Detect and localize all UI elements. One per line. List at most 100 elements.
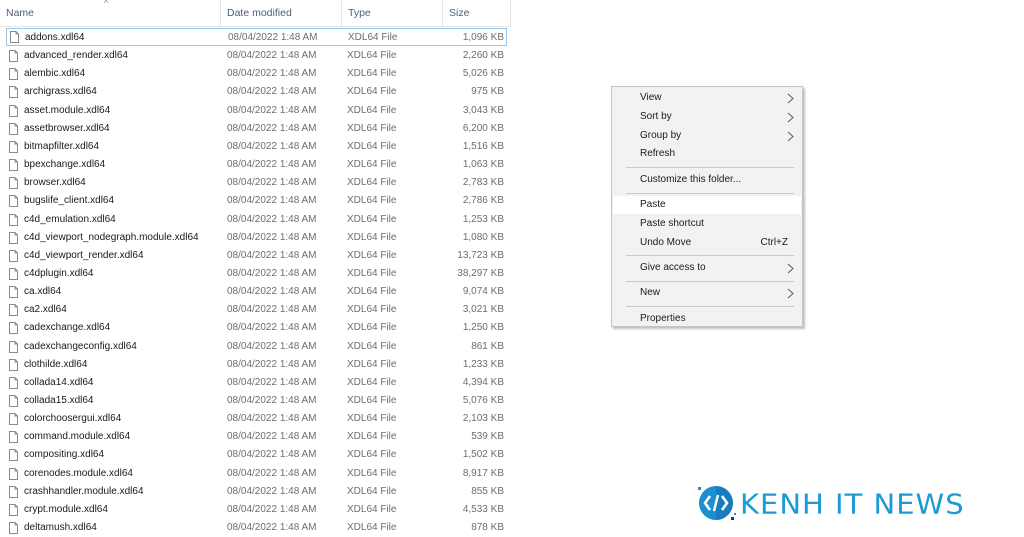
file-row[interactable]: collada14.xdl64 08/04/2022 1:48 AM XDL64 F… [0, 374, 511, 392]
file-name: c4d_viewport_nodegraph.module.xdl64 [24, 231, 199, 243]
file-date-modified: 08/04/2022 1:48 AM [227, 68, 317, 80]
file-size: 2,103 KB [462, 413, 504, 425]
file-row[interactable]: archigrass.xdl64 08/04/2022 1:48 AM XDL64 … [0, 83, 511, 101]
column-header-name[interactable]: Name [0, 0, 221, 26]
file-row[interactable]: deltamush.xdl64 08/04/2022 1:48 AM XDL64 F… [0, 519, 511, 537]
menu-item-sort-by[interactable]: Sort by [613, 108, 801, 126]
file-icon [9, 467, 18, 480]
file-row[interactable]: cadexchangeconfig.xdl64 08/04/2022 1:48 A… [0, 338, 511, 356]
file-row[interactable]: browser.xdl64 08/04/2022 1:48 AM XDL64 Fil… [0, 174, 511, 192]
file-type: XDL64 File [347, 50, 397, 62]
file-size: 3,021 KB [462, 304, 504, 316]
file-date-modified: 08/04/2022 1:48 AM [227, 140, 317, 152]
menu-item-label: View [640, 92, 662, 103]
file-size: 2,783 KB [462, 177, 504, 189]
file-row[interactable]: corenodes.module.xdl64 08/04/2022 1:48 AM… [0, 465, 511, 483]
menu-separator [626, 192, 794, 194]
file-size: 1,096 KB [462, 32, 504, 43]
file-size: 4,533 KB [462, 503, 504, 515]
file-icon [9, 304, 18, 317]
file-row[interactable]: command.module.xdl64 08/04/2022 1:48 AM XD… [0, 428, 511, 446]
menu-item-customize-this-folder[interactable]: Customize this folder... [613, 171, 801, 189]
file-type: XDL64 File [347, 213, 397, 225]
file-name: collada14.xdl64 [24, 376, 94, 388]
file-name: cadexchangeconfig.xdl64 [24, 340, 137, 352]
file-date-modified: 08/04/2022 1:48 AM [227, 358, 317, 370]
file-row[interactable]: addons.xdl64 08/04/2022 1:48 AM XDL64 File… [6, 28, 507, 46]
watermark-text: KENH IT NEWS [740, 487, 965, 521]
menu-item-group-by[interactable]: Group by [613, 127, 801, 145]
menu-item-new[interactable]: New [613, 284, 801, 302]
menu-item-properties[interactable]: Properties [613, 310, 801, 328]
file-size: 878 KB [471, 522, 504, 534]
menu-item-view[interactable]: View [613, 89, 801, 107]
file-date-modified: 08/04/2022 1:48 AM [227, 50, 317, 62]
file-type: XDL64 File [347, 395, 397, 406]
file-size: 6,200 KB [462, 122, 504, 134]
menu-item-give-access-to[interactable]: Give access to [613, 259, 801, 277]
menu-item-refresh[interactable]: Refresh [613, 145, 801, 163]
file-row[interactable]: ca.xdl64 08/04/2022 1:48 AM XDL64 File 9,07… [0, 283, 511, 301]
file-size: 1,502 KB [462, 449, 504, 461]
chevron-right-icon [787, 259, 794, 279]
file-name: cadexchange.xdl64 [24, 322, 111, 334]
file-row[interactable]: crashhandler.module.xdl64 08/04/2022 1:48… [0, 483, 511, 501]
file-row[interactable]: bitmapfilter.xdl64 08/04/2022 1:48 AM XDL6… [0, 138, 511, 156]
file-name: colorchoosergui.xdl64 [24, 413, 122, 425]
file-type: XDL64 File [347, 122, 397, 134]
file-size: 2,260 KB [462, 50, 504, 62]
file-row[interactable]: alembic.xdl64 08/04/2022 1:48 AM XDL64 Fil… [0, 65, 511, 83]
file-row[interactable]: cadexchange.xdl64 08/04/2022 1:48 AM XDL64… [0, 319, 511, 337]
file-row[interactable]: asset.module.xdl64 08/04/2022 1:48 AM XDL6… [0, 102, 511, 120]
file-row[interactable]: colorchoosergui.xdl64 08/04/2022 1:48 AM X… [0, 410, 511, 428]
file-name: c4d_emulation.xdl64 [24, 213, 116, 225]
menu-item-paste[interactable]: Paste [613, 196, 801, 214]
file-icon [9, 213, 18, 226]
file-row[interactable]: collada15.xdl64 08/04/2022 1:48 AM XDL64 F… [0, 392, 511, 410]
menu-item-label: Paste shortcut [640, 217, 704, 229]
file-date-modified: 08/04/2022 1:48 AM [227, 467, 317, 479]
file-icon [9, 86, 18, 99]
file-row[interactable]: bugslife_client.xdl64 08/04/2022 1:48 AM X… [0, 192, 511, 210]
file-type: XDL64 File [347, 286, 397, 298]
file-type: XDL64 File [347, 267, 397, 279]
file-size: 1,233 KB [462, 358, 504, 370]
file-name: command.module.xdl64 [24, 431, 131, 443]
file-date-modified: 08/04/2022 1:48 AM [227, 159, 317, 171]
file-row[interactable]: c4d_emulation.xdl64 08/04/2022 1:48 AM XDL… [0, 211, 511, 229]
file-name: crashhandler.module.xdl64 [24, 485, 144, 497]
file-row[interactable]: compositing.xdl64 08/04/2022 1:48 AM XDL64… [0, 446, 511, 464]
file-row[interactable]: assetbrowser.xdl64 08/04/2022 1:48 AM XDL6… [0, 120, 511, 138]
file-date-modified: 08/04/2022 1:48 AM [227, 485, 317, 497]
column-header-type[interactable]: Type [342, 0, 443, 26]
file-row[interactable]: c4dplugin.xdl64 08/04/2022 1:48 AM XDL64 F… [0, 265, 511, 283]
column-header-size[interactable]: Size [443, 0, 511, 26]
file-icon [9, 322, 18, 335]
file-row[interactable]: bpexchange.xdl64 08/04/2022 1:48 AM XDL64 … [0, 156, 511, 174]
file-row[interactable]: ca2.xdl64 08/04/2022 1:48 AM XDL64 File 3,0… [0, 301, 511, 319]
file-icon [9, 340, 18, 353]
column-header-date-modified[interactable]: Date modified [221, 0, 342, 26]
file-icon [9, 449, 18, 462]
file-date-modified: 08/04/2022 1:48 AM [228, 32, 318, 43]
file-icon [9, 286, 18, 299]
file-name: ca2.xdl64 [24, 304, 67, 316]
file-date-modified: 08/04/2022 1:48 AM [227, 340, 317, 352]
watermark-logo: KENH IT NEWS [696, 483, 1006, 523]
menu-item-label: Customize this folder... [640, 173, 742, 185]
file-date-modified: 08/04/2022 1:48 AM [227, 322, 317, 334]
file-type: XDL64 File [347, 68, 397, 80]
file-row[interactable]: clothilde.xdl64 08/04/2022 1:48 AM XDL64 F… [0, 356, 511, 374]
file-row[interactable]: advanced_render.xdl64 08/04/2022 1:48 AM X… [0, 47, 511, 65]
file-row[interactable]: crypt.module.xdl64 08/04/2022 1:48 AM XDL6… [0, 501, 511, 519]
file-type: XDL64 File [347, 86, 397, 98]
file-type: XDL64 File [347, 104, 397, 116]
menu-item-undo-move[interactable]: Undo Move Ctrl+Z [613, 234, 801, 252]
file-row[interactable]: c4d_viewport_nodegraph.module.xdl64 08/04… [0, 229, 511, 247]
file-row[interactable]: c4d_viewport_render.xdl64 08/04/2022 1:48… [0, 247, 511, 265]
menu-item-paste-shortcut[interactable]: Paste shortcut [613, 215, 801, 233]
file-type: XDL64 File [347, 195, 397, 207]
file-type: XDL64 File [347, 467, 397, 479]
file-type: XDL64 File [347, 413, 397, 425]
file-size: 2,786 KB [462, 195, 504, 207]
